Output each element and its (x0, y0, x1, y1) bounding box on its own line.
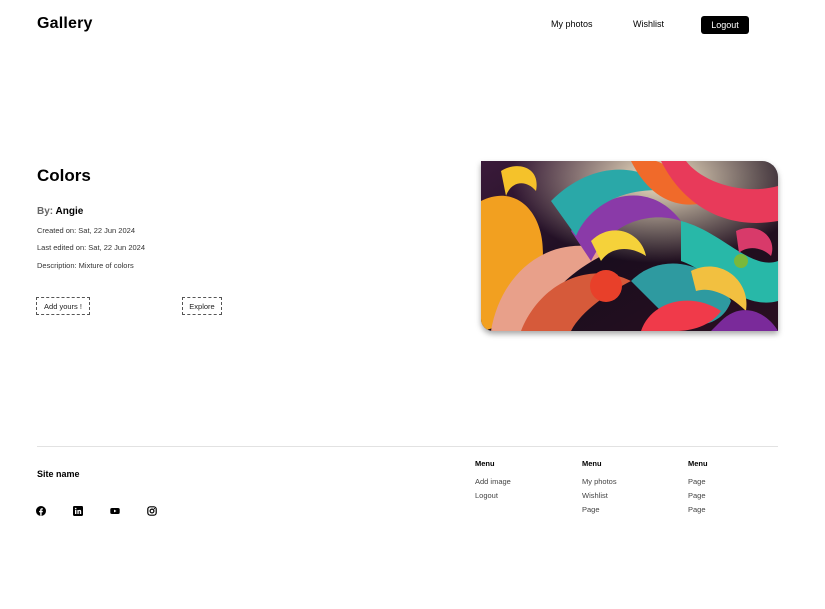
instagram-icon[interactable] (147, 506, 157, 516)
author-label: By: (37, 206, 54, 217)
created-date: Created on: Sat, 22 Jun 2024 (37, 226, 135, 235)
footer-link-page[interactable]: Page (688, 477, 708, 491)
author-line: By: Angie (37, 206, 83, 217)
footer-link-wishlist[interactable]: Wishlist (582, 491, 617, 505)
footer-menu-heading: Menu (688, 459, 708, 468)
footer-link-logout[interactable]: Logout (475, 491, 511, 505)
explore-button[interactable]: Explore (182, 297, 222, 315)
logout-button[interactable]: Logout (701, 16, 749, 34)
footer-menu-heading: Menu (582, 459, 602, 468)
footer-menu-1: Menu Add image Logout (475, 459, 511, 505)
footer-link-add-image[interactable]: Add image (475, 477, 511, 491)
footer-site-name: Site name (37, 469, 80, 479)
linkedin-icon[interactable] (73, 506, 83, 516)
edited-date: Last edited on: Sat, 22 Jun 2024 (37, 243, 145, 252)
footer-divider (37, 446, 778, 447)
author-name: Angie (55, 206, 84, 217)
site-brand[interactable]: Gallery (37, 15, 93, 33)
youtube-icon[interactable] (110, 506, 120, 516)
facebook-icon[interactable] (36, 506, 46, 516)
footer-menu-3: Menu Page Page Page (688, 459, 708, 519)
footer-link-page[interactable]: Page (688, 505, 708, 519)
footer-link-page[interactable]: Page (688, 491, 708, 505)
artwork-image (481, 161, 778, 331)
footer-menu-heading: Menu (475, 459, 495, 468)
footer-link-page[interactable]: Page (582, 505, 617, 519)
nav-wishlist[interactable]: Wishlist (633, 19, 664, 29)
image-description: Description: Mixture of colors (37, 261, 134, 270)
footer-link-my-photos[interactable]: My photos (582, 477, 617, 491)
footer-menu-2: Menu My photos Wishlist Page (582, 459, 617, 519)
add-yours-button[interactable]: Add yours ! (36, 297, 90, 315)
nav-my-photos[interactable]: My photos (551, 19, 593, 29)
image-title: Colors (37, 166, 91, 185)
